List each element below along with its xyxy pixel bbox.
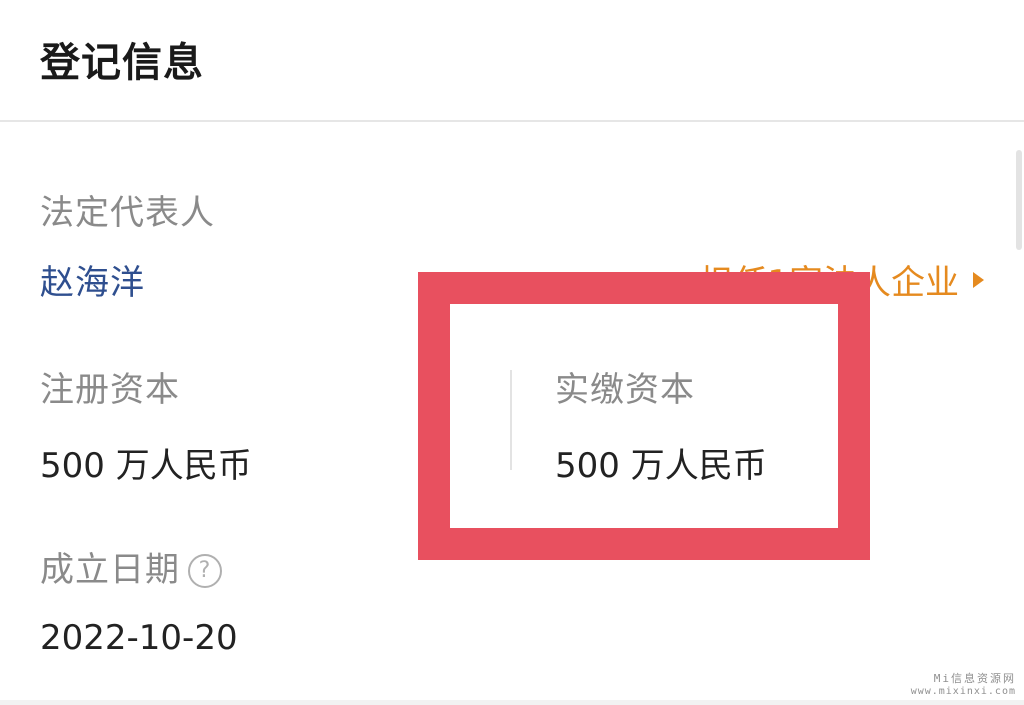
watermark: Mi信息资源网 www.mixinxi.com xyxy=(911,672,1016,698)
established-date-label-row: 成立日期? xyxy=(40,542,222,591)
question-circle-icon[interactable]: ? xyxy=(188,554,222,588)
column-divider xyxy=(510,370,512,470)
paid-in-capital-label: 实缴资本 xyxy=(555,370,695,410)
serving-companies-label: 担任1家法人企业 xyxy=(699,263,959,303)
bottom-divider xyxy=(0,700,1024,705)
registration-info-page: 登记信息 法定代表人 赵海洋 担任1家法人企业 注册资本 500 万人民币 实缴… xyxy=(0,0,1024,705)
section-title: 登记信息 xyxy=(40,40,204,86)
highlight-annotation-box xyxy=(418,272,870,560)
watermark-url: www.mixinxi.com xyxy=(910,685,1016,697)
legal-representative-label: 法定代表人 xyxy=(40,193,215,233)
scrollbar[interactable] xyxy=(1014,0,1024,705)
paid-in-capital-value: 500 万人民币 xyxy=(555,446,767,486)
scrollbar-thumb[interactable] xyxy=(1016,150,1022,250)
established-date-value: 2022-10-20 xyxy=(40,618,238,658)
legal-representative-name-link[interactable]: 赵海洋 xyxy=(40,255,145,304)
registered-capital-label: 注册资本 xyxy=(40,370,180,410)
watermark-title: Mi信息资源网 xyxy=(933,672,1016,685)
established-date-label: 成立日期 xyxy=(40,550,180,590)
serving-companies-link[interactable]: 担任1家法人企业 xyxy=(699,255,984,304)
header-divider xyxy=(0,120,1024,122)
arrow-right-icon xyxy=(973,271,984,288)
registered-capital-value: 500 万人民币 xyxy=(40,446,252,486)
